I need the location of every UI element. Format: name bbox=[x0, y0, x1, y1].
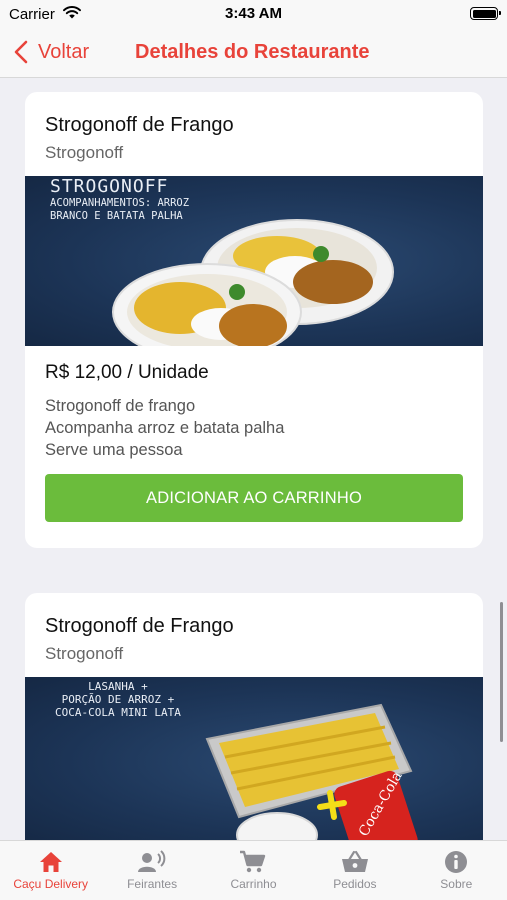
info-icon bbox=[445, 851, 468, 873]
tab-about[interactable]: Sobre bbox=[406, 841, 507, 900]
back-button-label: Voltar bbox=[38, 40, 90, 63]
basket-icon bbox=[341, 850, 368, 872]
tab-label: Pedidos bbox=[333, 877, 377, 891]
vendor-speaking-icon bbox=[138, 850, 166, 872]
scroll-indicator bbox=[500, 602, 503, 742]
clock: 3:43 AM bbox=[225, 5, 282, 22]
add-to-cart-button[interactable]: ADICIONAR AO CARRINHO bbox=[45, 474, 463, 522]
battery-icon bbox=[470, 7, 501, 20]
tab-home[interactable]: Caçu Delivery bbox=[0, 841, 101, 900]
navigation-bar: Voltar Detalhes do Restaurante bbox=[0, 30, 507, 78]
tab-label: Caçu Delivery bbox=[13, 877, 89, 891]
description-line: Serve uma pessoa bbox=[45, 441, 183, 459]
item-photo: STROGONOFF ACOMPANHAMENTOS: ARROZ BRANCO… bbox=[25, 176, 483, 346]
menu-item-card: Strogonoff de Frango Strogonoff STROGONO… bbox=[25, 92, 483, 548]
tab-label: Sobre bbox=[440, 877, 473, 891]
item-category: Strogonoff bbox=[45, 143, 124, 162]
page-title: Detalhes do Restaurante bbox=[135, 41, 370, 63]
tab-label: Carrinho bbox=[230, 877, 277, 891]
tab-label: Feirantes bbox=[127, 877, 178, 891]
tab-bar: Caçu Delivery Feirantes Carrinho Pedidos bbox=[0, 840, 507, 900]
description-line: Acompanha arroz e batata palha bbox=[45, 419, 285, 437]
back-button[interactable]: Voltar bbox=[14, 40, 89, 64]
photo-caption: STROGONOFF ACOMPANHAMENTOS: ARROZ BRANCO… bbox=[50, 176, 190, 222]
tab-vendors[interactable]: Feirantes bbox=[101, 841, 202, 900]
item-name: Strogonoff de Frango bbox=[45, 615, 234, 637]
photo-caption: LASANHA + PORÇÃO DE ARROZ + COCA-COLA MI… bbox=[55, 680, 181, 719]
tab-orders[interactable]: Pedidos bbox=[304, 841, 405, 900]
menu-item-list[interactable]: Strogonoff de Frango Strogonoff STROGONO… bbox=[0, 79, 507, 840]
chevron-left-icon bbox=[14, 40, 28, 64]
cart-icon bbox=[240, 850, 266, 873]
item-name: Strogonoff de Frango bbox=[45, 114, 234, 136]
item-category: Strogonoff bbox=[45, 644, 124, 663]
item-photo: Coca-Cola LASANHA + PORÇÃO DE ARROZ + CO… bbox=[25, 677, 483, 840]
description-line: Strogonoff de frango bbox=[45, 397, 196, 415]
status-bar: Carrier 3:43 AM bbox=[0, 0, 507, 30]
tab-cart[interactable]: Carrinho bbox=[203, 841, 304, 900]
item-description: Strogonoff de frango Acompanha arroz e b… bbox=[45, 395, 284, 461]
item-price: R$ 12,00 / Unidade bbox=[45, 362, 209, 383]
home-icon bbox=[39, 852, 62, 872]
menu-item-card: Strogonoff de Frango Strogonoff Coca-Col… bbox=[25, 593, 483, 840]
